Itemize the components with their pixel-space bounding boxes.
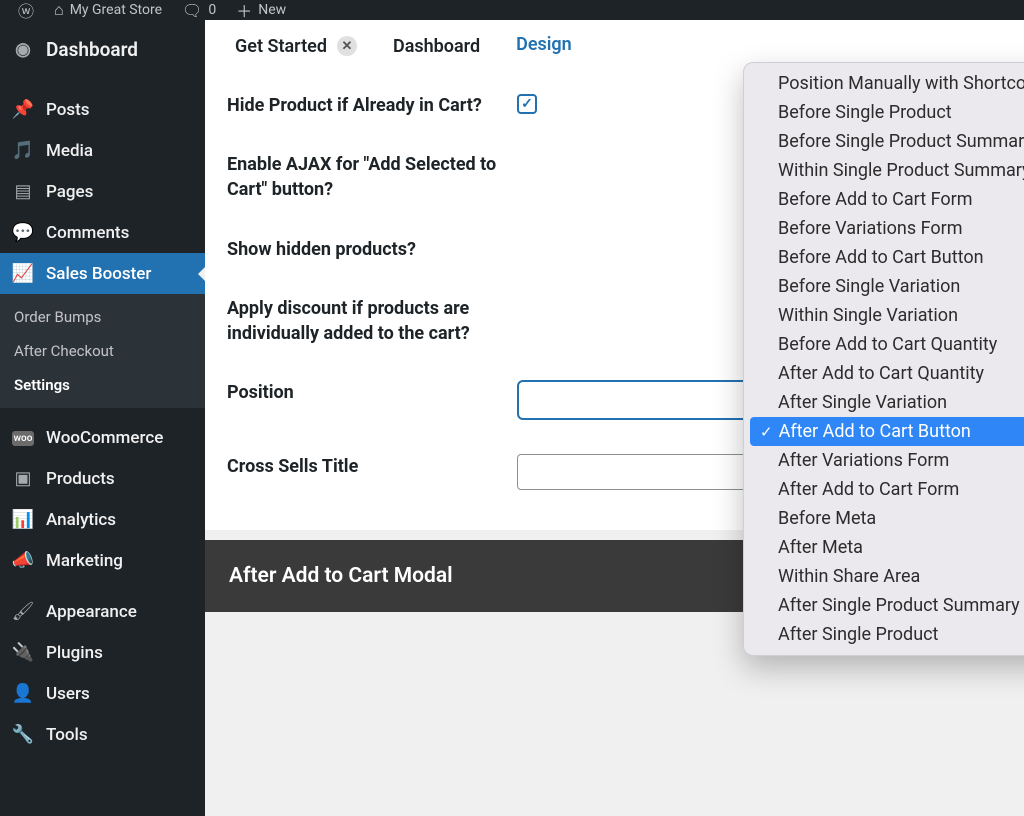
submenu-settings[interactable]: Settings [0,368,205,402]
menu-label: Dashboard [46,38,193,61]
dropdown-option[interactable]: Before Single Product Summary [750,127,1024,156]
menu-comments[interactable]: 💬 Comments [0,212,205,253]
menu-label: Sales Booster [46,264,193,284]
dropdown-option[interactable]: Before Single Product [750,98,1024,127]
menu-label: WooCommerce [46,428,193,448]
menu-label: Marketing [46,551,193,571]
label-apply-discount: Apply discount if products are individua… [227,296,517,346]
dropdown-option[interactable]: After Single Variation [750,388,1024,417]
dropdown-option[interactable]: Before Add to Cart Quantity [750,330,1024,359]
archive-icon: ▣ [12,468,34,489]
tab-label: Get Started [235,36,327,57]
submenu-after-checkout[interactable]: After Checkout [0,334,205,368]
dropdown-option[interactable]: Before Add to Cart Form [750,185,1024,214]
new-content[interactable]: ＋ New [226,0,296,22]
menu-label: Analytics [46,510,193,530]
content-area: Get Started✕ Dashboard Design Hide Produ… [205,20,1024,816]
media-icon: 🎵 [12,140,34,161]
plus-icon: ＋ [236,0,252,22]
dropdown-option[interactable]: Within Single Variation [750,301,1024,330]
woo-icon: woo [12,431,34,446]
dropdown-option[interactable]: After Single Product [750,620,1024,649]
menu-label: Users [46,684,193,704]
menu-marketing[interactable]: 📣 Marketing [0,540,205,581]
home-icon: ⌂ [54,0,64,20]
label-show-hidden: Show hidden products? [227,237,517,262]
admin-sidebar: ◉ Dashboard 📌 Posts 🎵 Media ▤ Pages 💬 Commen… [0,20,205,816]
dropdown-option[interactable]: Within Share Area [750,562,1024,591]
user-icon: 👤 [12,683,34,704]
chart-up-icon: 📈 [12,263,34,284]
dropdown-option[interactable]: After Add to Cart Form [750,475,1024,504]
menu-media[interactable]: 🎵 Media [0,130,205,171]
menu-label: Appearance [46,602,193,622]
menu-plugins[interactable]: 🔌 Plugins [0,632,205,673]
comments-icon: 💬 [12,222,34,243]
menu-products[interactable]: ▣ Products [0,458,205,499]
checkbox-hide-product[interactable]: ✓ [517,94,537,114]
megaphone-icon: 📣 [12,550,34,571]
menu-label: Pages [46,182,193,202]
menu-label: Products [46,469,193,489]
comment-icon: 🗨 [182,1,202,20]
menu-label: Plugins [46,643,193,663]
menu-pages[interactable]: ▤ Pages [0,171,205,212]
menu-appearance[interactable]: 🖌 Appearance [0,591,205,632]
dropdown-option[interactable]: After Single Product Summary [750,591,1024,620]
dropdown-option[interactable]: Within Single Product Summary [750,156,1024,185]
menu-label: Tools [46,725,193,745]
admin-bar: ⓦ ⌂My Great Store 🗨0 ＋New [0,0,1024,20]
dropdown-option[interactable]: After Add to Cart Quantity [750,359,1024,388]
site-name-label: My Great Store [70,2,162,18]
menu-label: Media [46,141,193,161]
menu-label: Posts [46,100,193,120]
submenu-order-bumps[interactable]: Order Bumps [0,300,205,334]
bar-chart-icon: 📊 [12,509,34,530]
dropdown-option[interactable]: Before Variations Form [750,214,1024,243]
dropdown-option[interactable]: After Variations Form [750,446,1024,475]
label-cross-sells-title: Cross Sells Title [227,454,517,479]
close-icon[interactable]: ✕ [337,36,357,56]
label-hide-product: Hide Product if Already in Cart? [227,93,517,118]
menu-label: Comments [46,223,193,243]
menu-tools[interactable]: 🔧 Tools [0,714,205,755]
wordpress-icon: ⓦ [18,0,34,22]
menu-sales-booster[interactable]: 📈 Sales Booster [0,253,205,294]
brush-icon: 🖌 [12,601,34,622]
position-dropdown: Position Manually with ShortcodeBefore S… [743,62,1024,656]
dropdown-option[interactable]: Before Single Variation [750,272,1024,301]
dropdown-option[interactable]: After Meta [750,533,1024,562]
menu-dashboard[interactable]: ◉ Dashboard [0,20,205,79]
menu-posts[interactable]: 📌 Posts [0,89,205,130]
comments-bubble[interactable]: 🗨0 [172,1,226,20]
wp-logo[interactable]: ⓦ [8,0,44,22]
label-position: Position [227,380,517,405]
dropdown-option[interactable]: Before Meta [750,504,1024,533]
menu-users[interactable]: 👤 Users [0,673,205,714]
site-home[interactable]: ⌂ My Great Store [44,0,172,20]
pages-icon: ▤ [12,181,34,202]
dashboard-icon: ◉ [12,39,34,60]
pin-icon: 📌 [12,99,34,120]
dropdown-option[interactable]: Position Manually with Shortcode [750,69,1024,98]
label-enable-ajax: Enable AJAX for "Add Selected to Cart" b… [227,152,517,202]
plug-icon: 🔌 [12,642,34,663]
dropdown-option[interactable]: Before Add to Cart Button [750,243,1024,272]
comment-count: 0 [208,2,216,18]
menu-woocommerce[interactable]: woo WooCommerce [0,418,205,458]
dropdown-option[interactable]: After Add to Cart Button [750,417,1024,446]
new-label: New [258,2,286,18]
menu-analytics[interactable]: 📊 Analytics [0,499,205,540]
submenu-sales-booster: Order Bumps After Checkout Settings [0,294,205,408]
wrench-icon: 🔧 [12,724,34,745]
